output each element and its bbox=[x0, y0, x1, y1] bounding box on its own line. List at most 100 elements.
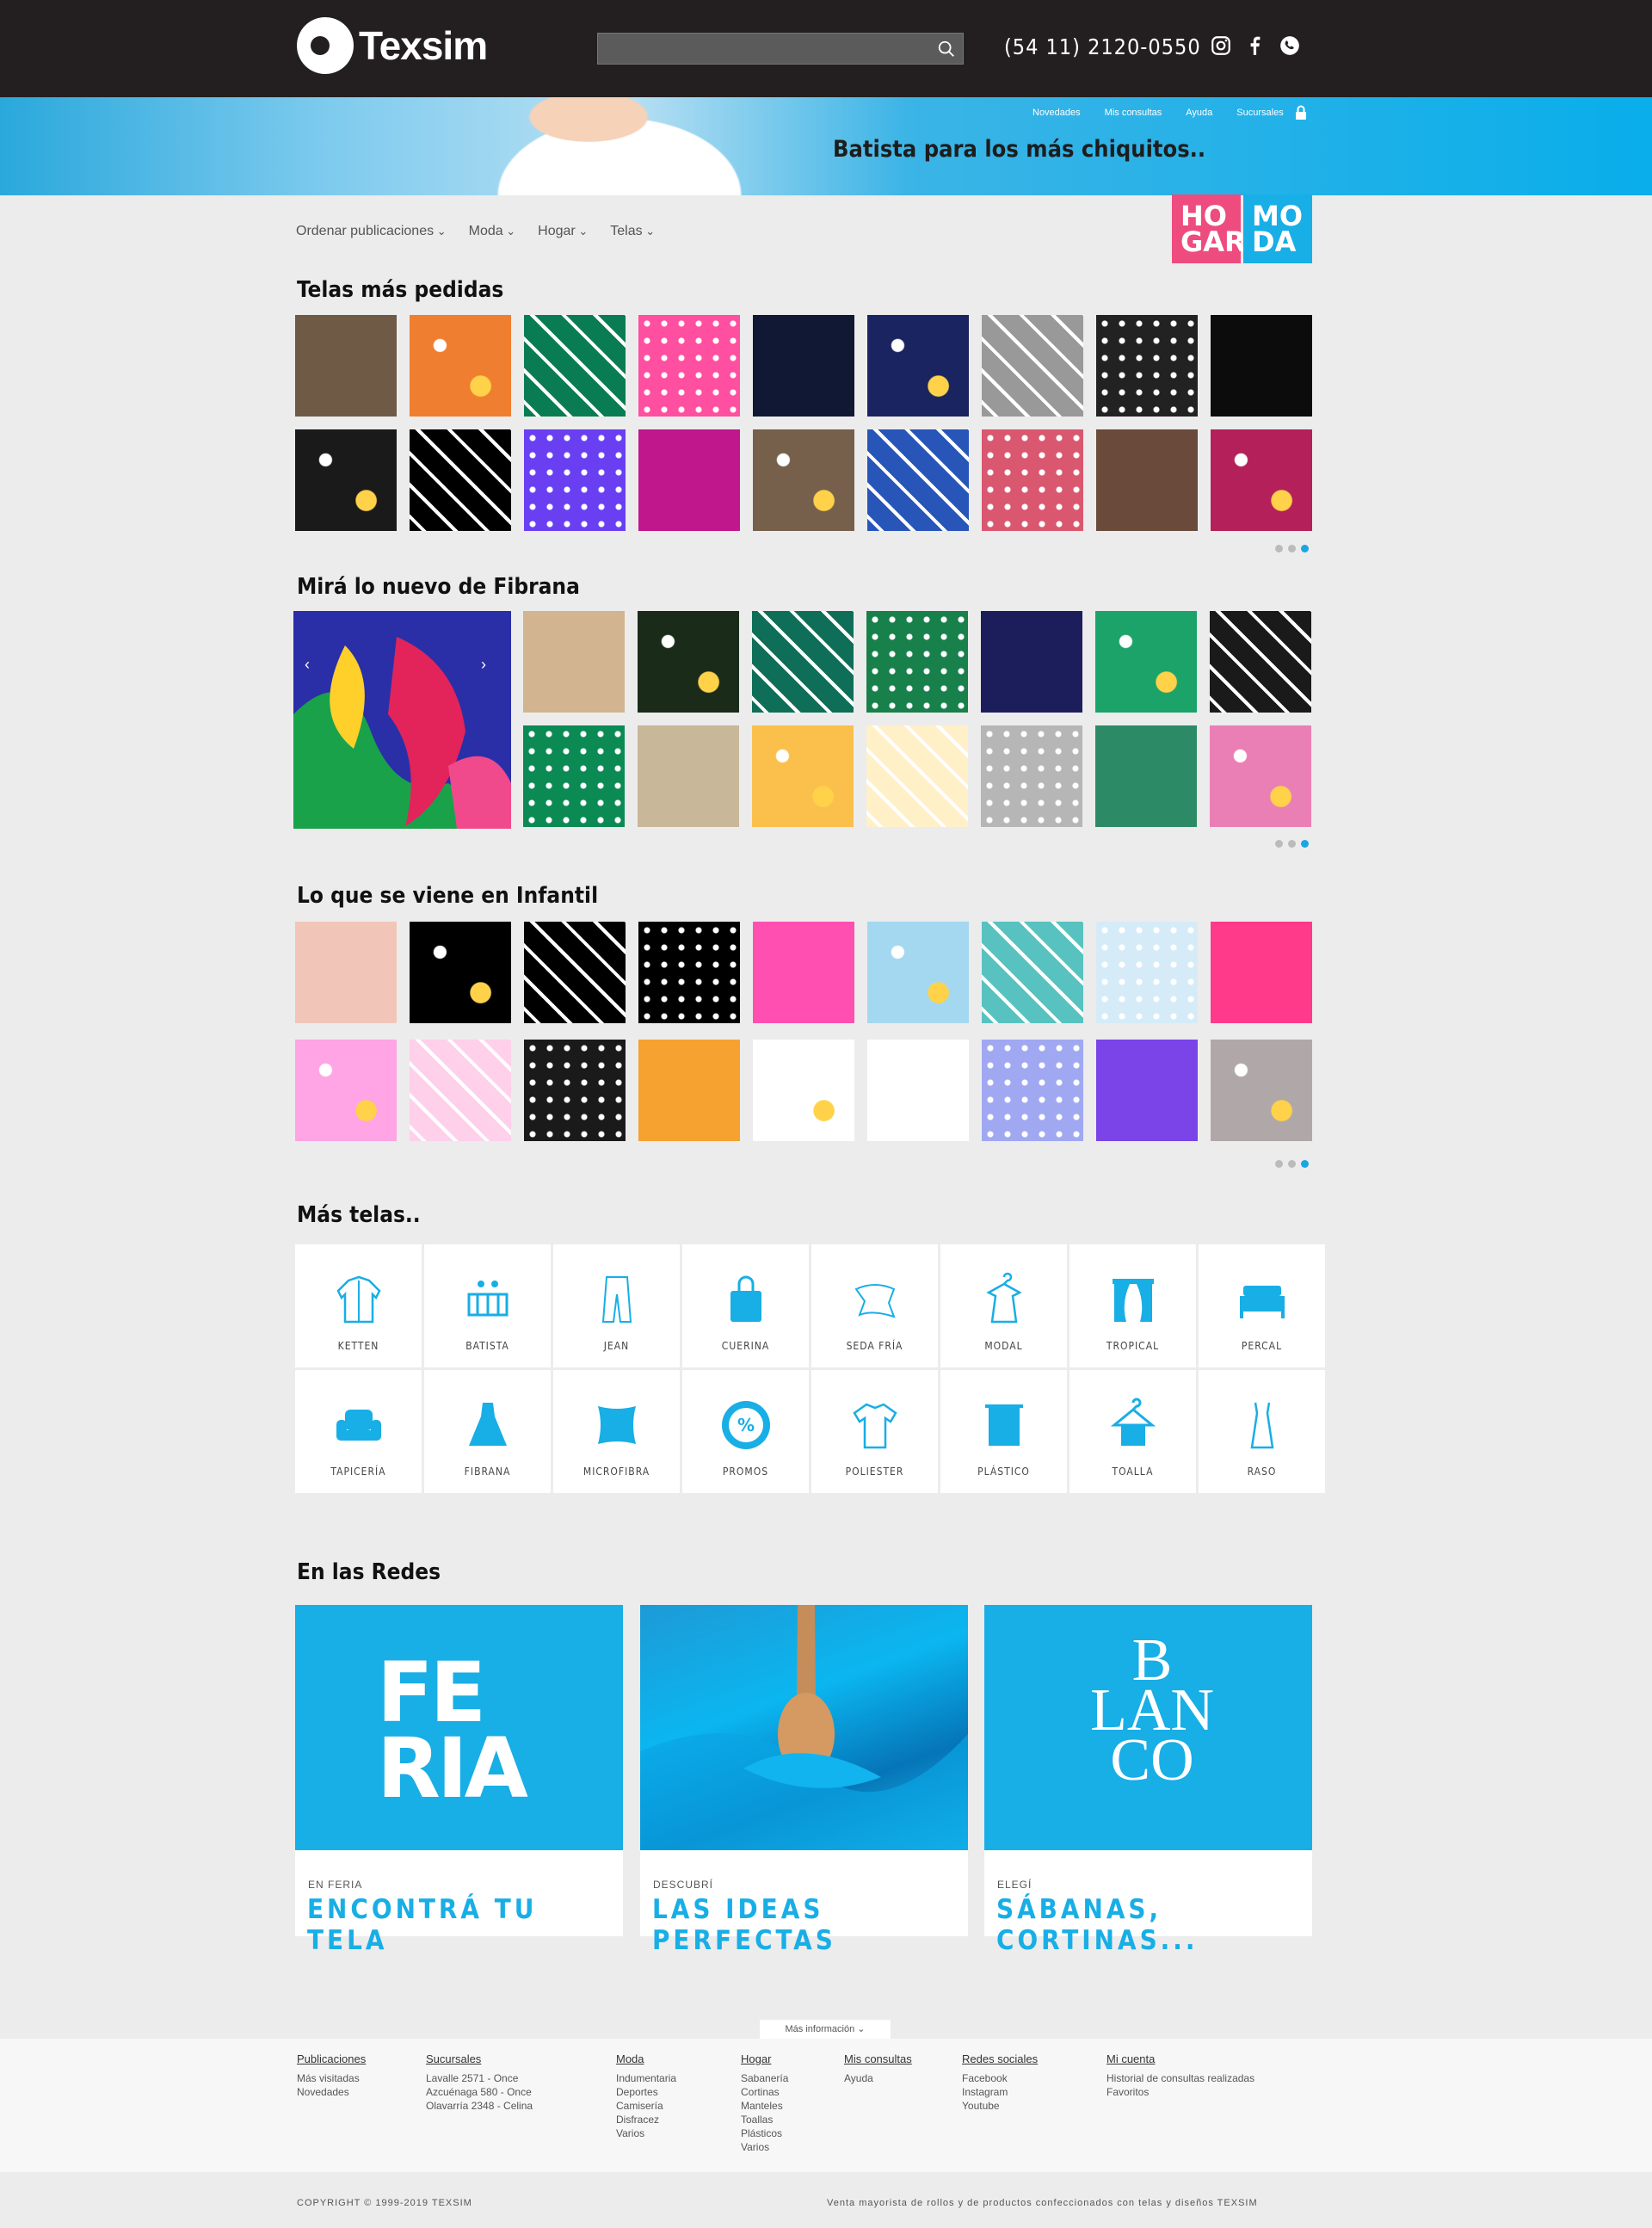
fabric-swatch[interactable] bbox=[410, 429, 511, 531]
footer-heading[interactable]: Mis consultas bbox=[844, 2052, 912, 2066]
footer-link[interactable]: Manteles bbox=[741, 2099, 788, 2113]
fabric-swatch[interactable] bbox=[523, 611, 625, 713]
link-mis-consultas[interactable]: Mis consultas bbox=[1105, 108, 1162, 118]
fabric-swatch[interactable] bbox=[524, 1040, 626, 1141]
dot[interactable] bbox=[1275, 1160, 1283, 1168]
category-tile[interactable]: TAPICERÍA bbox=[295, 1370, 422, 1493]
filter-hogar[interactable]: Hogar bbox=[538, 224, 588, 239]
footer-link[interactable]: Novedades bbox=[297, 2085, 366, 2099]
fabric-swatch[interactable] bbox=[1211, 429, 1312, 531]
social-card-ideas[interactable]: DESCUBRÍ LAS IDEAS PERFECTAS bbox=[640, 1605, 968, 1956]
footer-link[interactable]: Indumentaria bbox=[616, 2071, 676, 2085]
footer-heading[interactable]: Publicaciones bbox=[297, 2052, 366, 2066]
dot[interactable] bbox=[1275, 840, 1283, 848]
category-tile[interactable]: KETTEN bbox=[295, 1244, 422, 1367]
fabric-swatch[interactable] bbox=[295, 429, 397, 531]
footer-link[interactable]: Plásticos bbox=[741, 2126, 788, 2140]
fabric-swatch[interactable] bbox=[753, 429, 854, 531]
fabric-swatch[interactable] bbox=[866, 611, 968, 713]
fabric-swatch[interactable] bbox=[638, 922, 740, 1023]
fabric-swatch[interactable] bbox=[1096, 922, 1198, 1023]
facebook-icon[interactable] bbox=[1244, 34, 1267, 57]
fabric-swatch[interactable] bbox=[1211, 1040, 1312, 1141]
fabric-swatch[interactable] bbox=[1096, 429, 1198, 531]
fabric-swatch[interactable] bbox=[982, 1040, 1083, 1141]
category-tile[interactable]: JEAN bbox=[553, 1244, 680, 1367]
fabric-swatch[interactable] bbox=[982, 315, 1083, 417]
dot[interactable] bbox=[1288, 545, 1296, 552]
footer-link[interactable]: Youtube bbox=[962, 2099, 1038, 2113]
fabric-swatch[interactable] bbox=[524, 922, 626, 1023]
filter-telas[interactable]: Telas bbox=[610, 224, 655, 239]
category-tile[interactable]: RASO bbox=[1199, 1370, 1325, 1493]
footer-heading[interactable]: Moda bbox=[616, 2052, 676, 2066]
social-card-blanco[interactable]: B LAN CO ELEGÍ SÁBANAS, CORTINAS... bbox=[984, 1605, 1312, 1956]
search-box[interactable] bbox=[597, 33, 964, 65]
fabric-swatch[interactable] bbox=[638, 725, 739, 827]
fabric-swatch[interactable] bbox=[867, 429, 969, 531]
fabric-swatch[interactable] bbox=[982, 429, 1083, 531]
filter-moda[interactable]: Moda bbox=[469, 224, 516, 239]
fabric-swatch[interactable] bbox=[867, 1040, 969, 1141]
footer-heading[interactable]: Redes sociales bbox=[962, 2052, 1038, 2066]
fabric-swatch[interactable] bbox=[867, 315, 969, 417]
footer-link[interactable]: Ayuda bbox=[844, 2071, 912, 2085]
fabric-swatch[interactable] bbox=[523, 725, 625, 827]
fabric-swatch[interactable] bbox=[410, 315, 511, 417]
category-tile[interactable]: PLÁSTICO bbox=[940, 1370, 1067, 1493]
fabric-swatch[interactable] bbox=[1096, 1040, 1198, 1141]
fabric-swatch[interactable] bbox=[295, 922, 397, 1023]
category-tile[interactable]: MICROFIBRA bbox=[553, 1370, 680, 1493]
promo-banner[interactable] bbox=[0, 97, 1652, 195]
fabric-swatch[interactable] bbox=[410, 922, 511, 1023]
search-input[interactable] bbox=[598, 34, 925, 64]
footer-link[interactable]: Deportes bbox=[616, 2085, 676, 2099]
fabric-swatch[interactable] bbox=[753, 315, 854, 417]
category-tile[interactable]: PERCAL bbox=[1199, 1244, 1325, 1367]
footer-link[interactable]: Instagram bbox=[962, 2085, 1038, 2099]
social-card-feria[interactable]: FE RIA EN FERIA ENCONTRÁ TU TELA bbox=[295, 1605, 623, 1956]
footer-link[interactable]: Cortinas bbox=[741, 2085, 788, 2099]
fabric-swatch[interactable] bbox=[638, 315, 740, 417]
footer-heading[interactable]: Mi cuenta bbox=[1106, 2052, 1254, 2066]
footer-link[interactable]: Más visitadas bbox=[297, 2071, 366, 2085]
moda-button[interactable]: MO DA bbox=[1243, 194, 1312, 263]
fabric-swatch[interactable] bbox=[1210, 725, 1311, 827]
footer-link[interactable]: Disfracez bbox=[616, 2113, 676, 2126]
dot[interactable] bbox=[1288, 1160, 1296, 1168]
link-sucursales[interactable]: Sucursales bbox=[1236, 108, 1283, 118]
phone-number[interactable]: (54 11) 2120-0550 bbox=[1004, 34, 1201, 59]
fabric-swatch[interactable] bbox=[982, 922, 1083, 1023]
fabric-swatch[interactable] bbox=[524, 429, 626, 531]
category-tile[interactable]: POLIESTER bbox=[811, 1370, 938, 1493]
footer-heading[interactable]: Hogar bbox=[741, 2052, 788, 2066]
dot-active[interactable] bbox=[1301, 545, 1309, 552]
category-tile[interactable]: FIBRANA bbox=[424, 1370, 551, 1493]
footer-link[interactable]: Olavarría 2348 - Celina bbox=[426, 2099, 533, 2113]
carousel-next-arrow[interactable]: › bbox=[473, 654, 494, 675]
carousel-prev-arrow[interactable]: ‹ bbox=[297, 654, 317, 675]
footer-link[interactable]: Historial de consultas realizadas bbox=[1106, 2071, 1254, 2085]
footer-heading[interactable]: Sucursales bbox=[426, 2052, 533, 2066]
fabric-swatch[interactable] bbox=[524, 315, 626, 417]
footer-link[interactable]: Lavalle 2571 - Once bbox=[426, 2071, 533, 2085]
fabric-swatch[interactable] bbox=[752, 725, 854, 827]
fabric-swatch[interactable] bbox=[981, 725, 1082, 827]
fabric-swatch[interactable] bbox=[638, 429, 740, 531]
category-tile[interactable]: BATISTA bbox=[424, 1244, 551, 1367]
card-cta[interactable]: LAS IDEAS PERFECTAS bbox=[652, 1894, 968, 1956]
fabric-swatch[interactable] bbox=[1211, 922, 1312, 1023]
instagram-icon[interactable] bbox=[1210, 34, 1232, 57]
fabric-swatch[interactable] bbox=[1095, 611, 1197, 713]
fabric-swatch[interactable] bbox=[753, 1040, 854, 1141]
dot[interactable] bbox=[1288, 840, 1296, 848]
fabric-swatch[interactable] bbox=[867, 922, 969, 1023]
fabric-swatch[interactable] bbox=[1095, 725, 1197, 827]
fabric-swatch[interactable] bbox=[1210, 611, 1311, 713]
hogar-button[interactable]: HO GAR bbox=[1172, 194, 1246, 263]
fabric-swatch[interactable] bbox=[638, 1040, 740, 1141]
footer-link[interactable]: Sabanería bbox=[741, 2071, 788, 2085]
footer-link[interactable]: Varios bbox=[741, 2140, 788, 2154]
featured-fabric-parrot[interactable] bbox=[293, 611, 511, 829]
footer-link[interactable]: Toallas bbox=[741, 2113, 788, 2126]
